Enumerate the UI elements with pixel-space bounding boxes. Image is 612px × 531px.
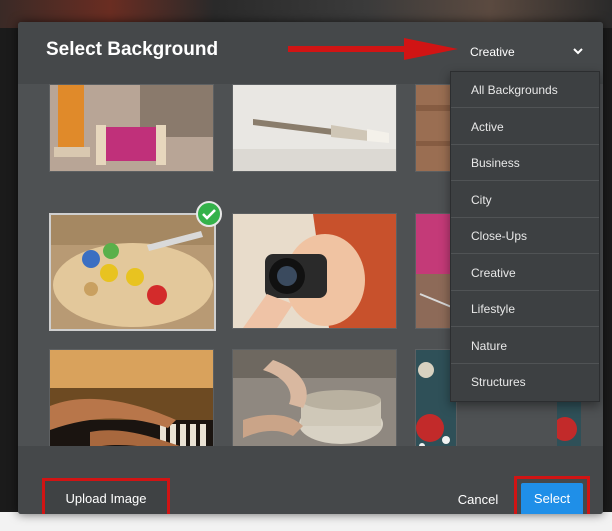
- chevron-down-icon: [573, 48, 583, 55]
- select-button[interactable]: Select: [521, 483, 583, 514]
- dialog-footer: Upload Image Cancel Select: [18, 446, 603, 514]
- menu-item-structures[interactable]: Structures: [451, 364, 599, 400]
- paint-palette-image[interactable]: [49, 213, 216, 331]
- menu-item-all-backgrounds[interactable]: All Backgrounds: [451, 72, 599, 108]
- menu-item-city[interactable]: City: [451, 182, 599, 218]
- menu-item-close-ups[interactable]: Close-Ups: [451, 218, 599, 254]
- menu-item-active[interactable]: Active: [451, 109, 599, 145]
- category-dropdown[interactable]: Creative: [452, 36, 598, 68]
- select-button-highlight: Select: [514, 476, 590, 514]
- menu-item-nature[interactable]: Nature: [451, 328, 599, 364]
- select-background-dialog: Select Background Creative All Backgroun…: [18, 22, 603, 514]
- page-bottom-strip: [0, 512, 612, 531]
- menu-item-creative[interactable]: Creative: [451, 255, 599, 291]
- category-dropdown-value: Creative: [470, 45, 515, 59]
- thread-spools-image[interactable]: [49, 84, 214, 172]
- menu-item-business[interactable]: Business: [451, 145, 599, 181]
- photographer-camera-image[interactable]: [232, 213, 397, 329]
- cancel-button[interactable]: Cancel: [448, 486, 508, 514]
- paintbrush-image[interactable]: [232, 84, 397, 172]
- selected-check-icon: [196, 201, 222, 227]
- dialog-title: Select Background: [46, 39, 219, 60]
- menu-item-lifestyle[interactable]: Lifestyle: [451, 291, 599, 327]
- category-dropdown-menu: All Backgrounds Active Business City Clo…: [450, 71, 600, 402]
- upload-image-button[interactable]: Upload Image: [42, 478, 170, 514]
- annotation-arrow-icon: [288, 38, 458, 60]
